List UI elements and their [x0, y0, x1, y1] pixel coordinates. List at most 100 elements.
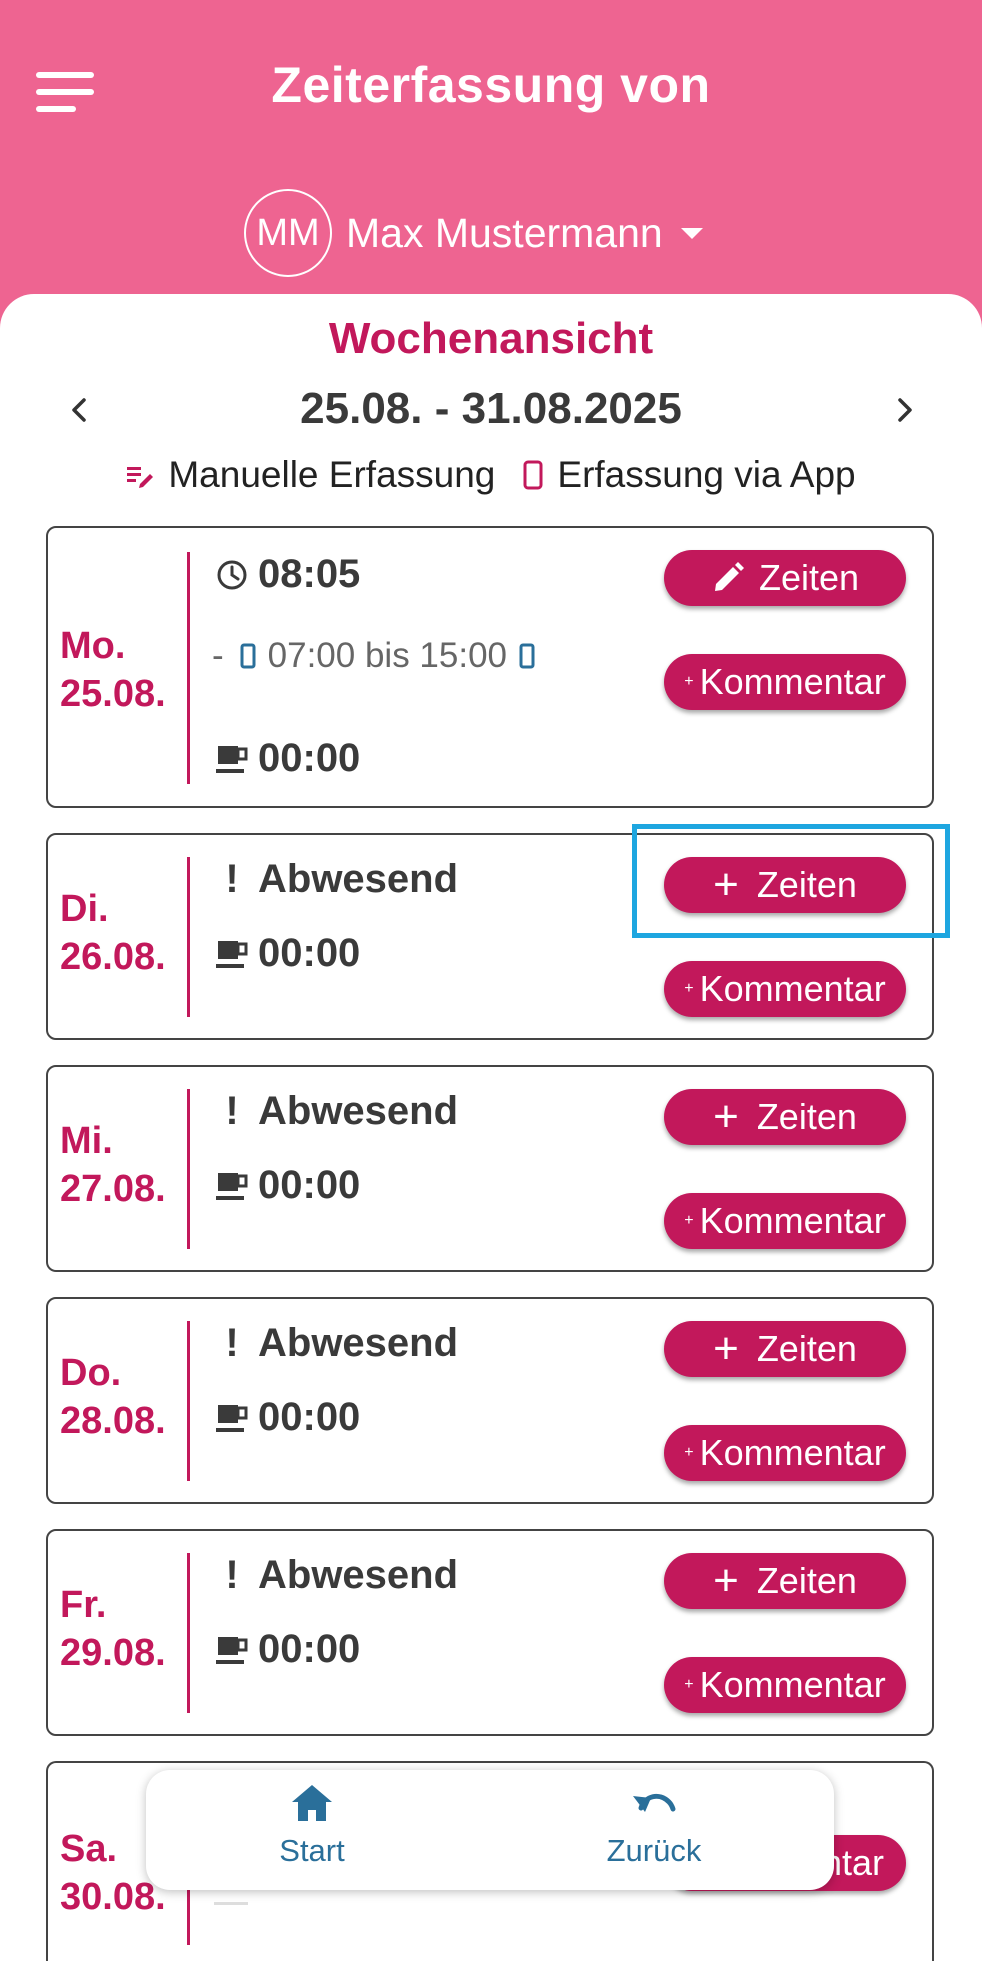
plus-icon: + — [713, 1092, 739, 1141]
status-row: ! Abwesend — [216, 857, 458, 902]
page-title: Zeiterfassung von — [271, 57, 711, 113]
app-header: Zeiterfassung von MM Max Mustermann — [0, 0, 982, 330]
edit-times-button[interactable]: Zeiten — [664, 550, 906, 606]
pencil-icon — [714, 562, 744, 591]
user-name: Max Mustermann — [346, 209, 663, 256]
break-time-row: 00:00 — [216, 1395, 360, 1440]
day-name: Mi. — [60, 1120, 113, 1162]
nav-start-label: Start — [279, 1833, 345, 1868]
exclamation-icon: ! — [225, 1089, 239, 1133]
plus-icon: + — [684, 980, 694, 997]
times-button-label: Zeiten — [756, 1560, 857, 1601]
coffee-icon — [216, 1169, 248, 1203]
undo-icon — [633, 1793, 676, 1812]
bottom-navigation: Start Zurück — [146, 1770, 834, 1890]
plus-icon: + — [713, 1556, 739, 1605]
day-name: Mo. — [60, 625, 126, 667]
break-time: 00:00 — [258, 931, 361, 975]
manual-entry-icon — [127, 467, 154, 488]
day-name: Di. — [60, 888, 109, 930]
plus-icon: + — [684, 1676, 694, 1693]
break-time: 00:00 — [258, 1395, 361, 1439]
break-time: 00:00 — [258, 1163, 361, 1207]
plus-icon: + — [684, 1444, 694, 1461]
user-selector[interactable]: MM Max Mustermann — [244, 186, 703, 280]
day-label: Mi. 27.08. — [60, 1117, 166, 1213]
add-times-button[interactable]: + Zeiten — [664, 1321, 906, 1377]
plus-icon: + — [684, 1212, 694, 1229]
day-divider — [187, 552, 190, 784]
status-text: Abwesend — [258, 1321, 459, 1365]
next-week-button[interactable] — [882, 388, 926, 432]
legend-app: Erfassung via App — [523, 454, 856, 496]
nav-back-label: Zurück — [606, 1833, 702, 1868]
comment-button[interactable]: + Kommentar — [664, 654, 906, 710]
nav-start[interactable]: Start — [212, 1782, 412, 1869]
times-button-label: Zeiten — [756, 1096, 857, 1137]
day-date: 26.08. — [60, 936, 166, 978]
comment-button-label: Kommentar — [699, 1200, 886, 1241]
status-text: Abwesend — [258, 1553, 459, 1597]
comment-button-label: Kommentar — [699, 1432, 886, 1473]
highlight-box — [632, 824, 950, 938]
add-times-button[interactable]: + Zeiten — [664, 1089, 906, 1145]
avatar: MM — [244, 189, 332, 277]
coffee-icon — [216, 1401, 248, 1435]
day-card-friday: Fr. 29.08. ! Abwesend 00:00 + Zeiten + K… — [46, 1529, 934, 1736]
status-text: Abwesend — [258, 1089, 459, 1133]
day-card-monday: Mo. 25.08. 08:05 - 07:00 bis 15:00 00:00… — [46, 526, 934, 808]
break-time-row: 00:00 — [216, 1627, 360, 1672]
plus-icon: + — [713, 1324, 739, 1373]
status-row: ! Abwesend — [216, 1321, 458, 1366]
day-card-wednesday: Mi. 27.08. ! Abwesend 00:00 + Zeiten + K… — [46, 1065, 934, 1272]
legend-manual-label: Manuelle Erfassung — [168, 454, 496, 495]
comment-button[interactable]: + Kommentar — [664, 1657, 906, 1713]
day-date: 29.08. — [60, 1632, 166, 1674]
day-date: 27.08. — [60, 1168, 166, 1210]
phone-icon — [523, 460, 543, 490]
time-interval: - 07:00 bis 15:00 — [212, 636, 535, 676]
break-time-row: 00:00 — [216, 931, 360, 976]
break-time-row: 00:00 — [216, 736, 360, 781]
day-name: Fr. — [60, 1584, 107, 1626]
home-icon — [292, 1785, 332, 1821]
status-row: ! Abwesend — [216, 1089, 458, 1134]
comment-button-label: Kommentar — [699, 661, 886, 702]
interval-dash: - — [212, 636, 224, 675]
comment-button[interactable]: + Kommentar — [664, 1425, 906, 1481]
day-label: Di. 26.08. — [60, 885, 166, 981]
coffee-icon — [216, 937, 248, 971]
work-time: 08:05 — [258, 552, 361, 596]
comment-button[interactable]: + Kommentar — [664, 1193, 906, 1249]
day-label: Fr. 29.08. — [60, 1581, 166, 1677]
day-divider — [187, 1553, 190, 1713]
legend-manual: Manuelle Erfassung — [126, 454, 495, 496]
status-text: Abwesend — [258, 857, 459, 901]
status-row: ! Abwesend — [216, 1553, 458, 1598]
phone-icon — [519, 643, 535, 669]
day-date: 25.08. — [60, 673, 166, 715]
times-button-label: Zeiten — [758, 557, 860, 598]
exclamation-icon: ! — [225, 857, 239, 901]
chevron-down-icon — [680, 227, 703, 239]
day-label: Mo. 25.08. — [60, 622, 166, 718]
day-divider — [187, 1089, 190, 1249]
day-card-thursday: Do. 28.08. ! Abwesend 00:00 + Zeiten + K… — [46, 1297, 934, 1504]
day-divider — [187, 1321, 190, 1481]
scroll-remnant — [214, 1902, 248, 1905]
nav-back[interactable]: Zurück — [554, 1782, 754, 1869]
comment-button-label: Kommentar — [699, 1664, 886, 1705]
comment-button-label: Kommentar — [699, 968, 886, 1009]
phone-icon — [240, 643, 256, 669]
day-label: Do. 28.08. — [60, 1349, 166, 1445]
day-divider — [187, 857, 190, 1017]
coffee-icon — [216, 742, 248, 776]
comment-button[interactable]: + Kommentar — [664, 961, 906, 1017]
times-button-label: Zeiten — [756, 1328, 857, 1369]
plus-icon: + — [684, 673, 694, 690]
coffee-icon — [216, 1633, 248, 1667]
day-date: 28.08. — [60, 1400, 166, 1442]
break-time: 00:00 — [258, 1627, 361, 1671]
add-times-button[interactable]: + Zeiten — [664, 1553, 906, 1609]
interval-text: 07:00 bis 15:00 — [267, 636, 508, 675]
